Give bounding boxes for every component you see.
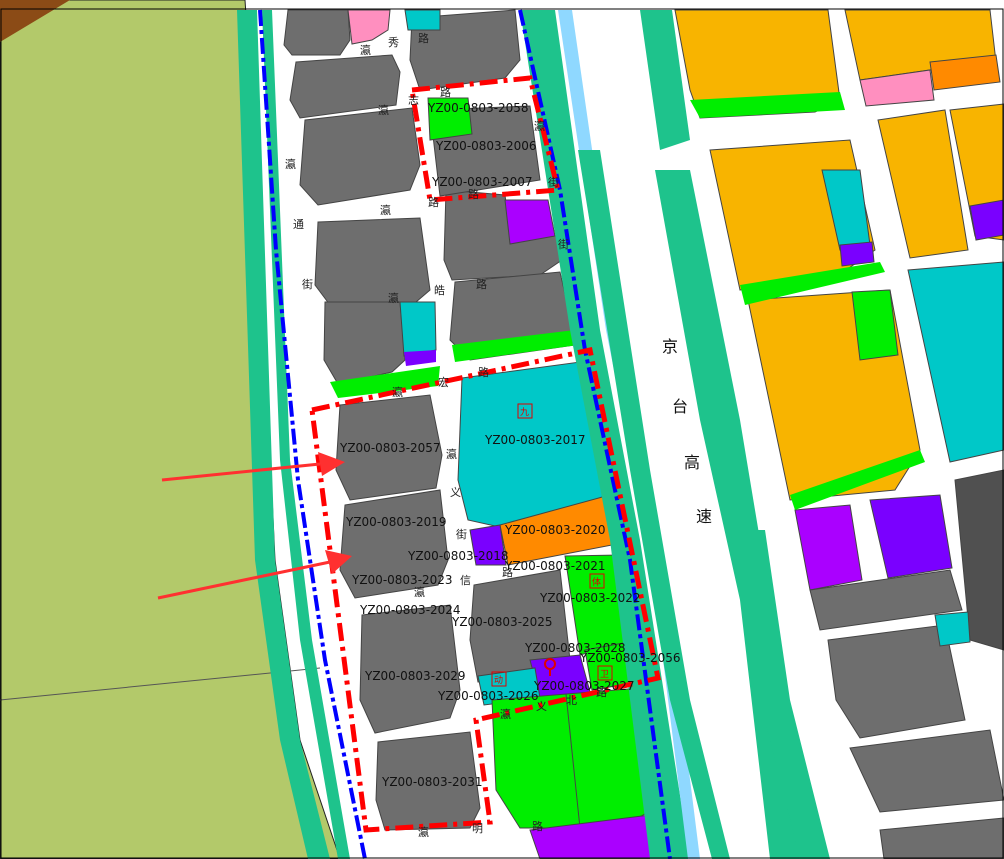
parcel-label: YZ00-0803-2020 [504, 523, 606, 537]
parcel-label: YZ00-0803-2056 [579, 651, 681, 665]
parcel-label: YZ00-0803-2021 [504, 559, 606, 573]
svg-text:宏: 宏 [438, 375, 449, 389]
svg-text:瀛: 瀛 [360, 43, 371, 57]
svg-text:瀛: 瀛 [534, 119, 545, 133]
purple-north [504, 199, 556, 245]
svg-text:通: 通 [293, 218, 304, 231]
svg-text:动: 动 [494, 675, 503, 686]
svg-text:瀛: 瀛 [392, 385, 403, 399]
highway-label-char-1: 京 [662, 337, 678, 356]
parcel-label: YZ00-0803-2027 [533, 679, 635, 693]
svg-text:路: 路 [418, 32, 429, 45]
parcel-label: YZ00-0803-2022 [539, 591, 641, 605]
svg-text:志: 志 [408, 94, 419, 107]
highway-label-char-4: 速 [696, 507, 712, 526]
cyan-east-north [399, 301, 437, 357]
parcel-label: YZ00-0803-2025 [451, 615, 553, 629]
svg-text:瀛: 瀛 [418, 825, 429, 839]
highway-label-char-2: 台 [672, 397, 688, 416]
parcel-label: YZ00-0803-2018 [407, 549, 509, 563]
cyan-small-top [404, 9, 441, 31]
svg-text:瀛: 瀛 [500, 707, 511, 721]
svg-text:瀛: 瀛 [380, 203, 391, 217]
svg-text:街: 街 [302, 277, 313, 291]
highway-label-char-3: 高 [684, 453, 700, 472]
svg-text:瀛: 瀛 [414, 585, 425, 599]
parcel-label: YZ00-0803-2023 [351, 573, 453, 587]
parcel-label: YZ00-0803-2057 [339, 441, 441, 455]
svg-text:路: 路 [428, 196, 439, 209]
parcel-label: YZ00-0803-2007 [431, 175, 533, 189]
svg-text:路: 路 [476, 278, 487, 291]
parcel-label: YZ00-0803-2024 [359, 603, 461, 617]
svg-text:路: 路 [440, 86, 451, 99]
parcel-label: YZ00-0803-2019 [345, 515, 447, 529]
svg-text:街: 街 [456, 527, 467, 541]
parcel-label: YZ00-0803-2017 [484, 433, 586, 447]
svg-text:街: 街 [548, 175, 559, 189]
svg-text:路: 路 [532, 820, 543, 833]
zoning-map: 京 台 高 速 瀛 秀 路 瀛 通 街 瀛 志 路 瀛 路 路 瀛 街 街 瀛 … [0, 0, 1004, 859]
svg-text:路: 路 [478, 366, 489, 379]
svg-text:瀛: 瀛 [446, 447, 457, 461]
svg-text:义: 义 [450, 486, 461, 499]
svg-text:瀛: 瀛 [378, 103, 389, 117]
svg-text:体: 体 [592, 576, 601, 588]
parcel-label: YZ00-0803-2058 [427, 101, 529, 115]
svg-text:瀛: 瀛 [285, 157, 296, 171]
parcel-label: YZ00-0803-2029 [364, 669, 466, 683]
svg-text:九: 九 [520, 407, 529, 418]
parcel-label: YZ00-0803-2031 [381, 775, 483, 789]
svg-text:瀛: 瀛 [388, 291, 399, 305]
parcel-label: YZ00-0803-2006 [435, 139, 537, 153]
svg-text:路: 路 [468, 188, 479, 201]
svg-text:皓: 皓 [434, 284, 445, 297]
svg-text:秀: 秀 [388, 36, 399, 49]
svg-text:明: 明 [472, 822, 483, 835]
svg-text:街: 街 [558, 237, 569, 251]
svg-text:信: 信 [460, 574, 471, 587]
svg-text:北: 北 [566, 694, 577, 707]
parcel-label: YZ00-0803-2026 [437, 689, 539, 703]
